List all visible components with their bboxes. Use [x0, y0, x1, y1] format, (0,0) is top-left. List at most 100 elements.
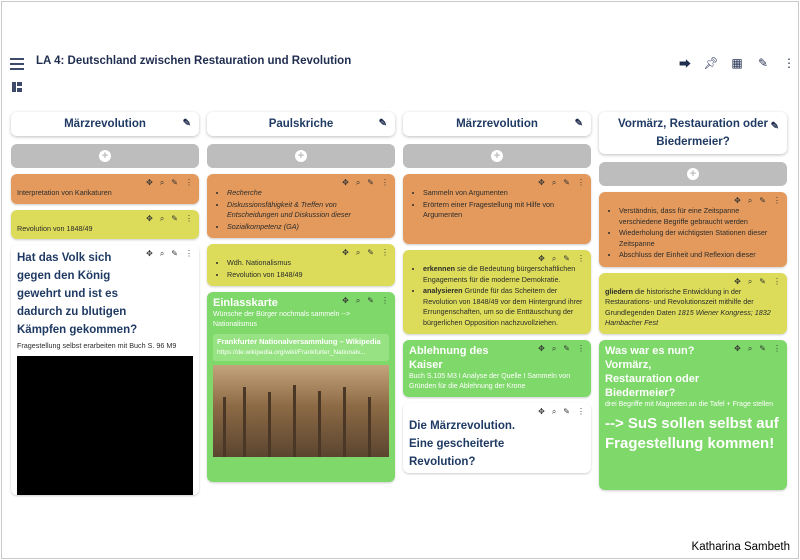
add-card-button[interactable]: +	[207, 144, 395, 168]
card[interactable]: ✥ ⌕ ✎ ⋮ Einlasskarte Wünsche der Bürger noc…	[207, 292, 395, 482]
move-icon[interactable]: ✥	[538, 254, 545, 264]
edit-icon[interactable]: ✎	[367, 178, 374, 188]
zoom-icon[interactable]: ⌕	[356, 296, 360, 306]
edit-icon[interactable]: ✎	[183, 118, 191, 129]
card[interactable]: ✥ ⌕ ✎ ⋮ gliedern die historische Entwicklun…	[599, 272, 787, 334]
card[interactable]: ✥ ⌕ ✎ ⋮ Die Märzrevolution. Eine gescheiter…	[403, 403, 591, 473]
move-icon[interactable]: ✥	[538, 344, 545, 354]
list-item: Sozialkompetenz (GA)	[227, 222, 389, 233]
more-icon[interactable]: ⋮	[577, 407, 585, 417]
more-icon[interactable]: ⋮	[185, 214, 193, 224]
card[interactable]: ✥ ⌕ ✎ ⋮ Sammeln von Argumenten Erörtern ein…	[403, 174, 591, 244]
edit-icon[interactable]: ✎	[171, 178, 178, 188]
column-3: Märzrevolution ✎ + ✥ ⌕ ✎ ⋮ Sammeln von Argu…	[403, 112, 591, 473]
column-title: Vormärz, Restauration oder Biedermeier?	[618, 118, 768, 148]
more-icon[interactable]: ⋮	[773, 277, 781, 287]
zoom-icon[interactable]: ⌕	[160, 249, 164, 259]
add-card-button[interactable]: +	[599, 162, 787, 186]
edit-icon[interactable]: ✎	[379, 118, 387, 129]
card[interactable]: ✥ ⌕ ✎ ⋮ Was war es nun? Vormärz, Restaurati…	[599, 339, 787, 490]
more-icon[interactable]: ⋮	[185, 249, 193, 259]
edit-icon[interactable]: ✎	[563, 254, 570, 264]
card[interactable]: ✥ ⌕ ✎ ⋮ Revolution von 1848/49	[11, 209, 199, 239]
edit-icon[interactable]: ✎	[171, 249, 178, 259]
edit-icon[interactable]: ✎	[759, 196, 766, 206]
edit-icon[interactable]: ✎	[756, 56, 770, 70]
move-icon[interactable]: ✥	[146, 249, 153, 259]
zoom-icon[interactable]: ⌕	[356, 248, 360, 258]
more-icon[interactable]: ⋮	[577, 344, 585, 354]
list-item: Revolution von 1848/49	[227, 270, 389, 281]
zoom-icon[interactable]: ⌕	[160, 214, 164, 224]
column-header[interactable]: Vormärz, Restauration oder Biedermeier? …	[599, 112, 787, 154]
move-icon[interactable]: ✥	[734, 277, 741, 287]
zoom-icon[interactable]: ⌕	[552, 407, 556, 417]
move-icon[interactable]: ✥	[734, 344, 741, 354]
more-icon[interactable]: ⋮	[185, 178, 193, 188]
more-icon[interactable]: ⋮	[381, 248, 389, 258]
column-title: Paulskriche	[268, 118, 334, 130]
edit-icon[interactable]: ✎	[759, 277, 766, 287]
column-title: Märzrevolution	[456, 118, 538, 130]
move-icon[interactable]: ✥	[342, 248, 349, 258]
card-tools: ✥ ⌕ ✎ ⋮	[734, 344, 781, 354]
more-icon[interactable]: ⋮	[577, 178, 585, 188]
list-item: Wiederholung der wichtigsten Stationen d…	[619, 228, 781, 249]
card[interactable]: ✥ ⌕ ✎ ⋮ erkennen sie die Bedeutung bürgersc…	[403, 250, 591, 334]
add-card-button[interactable]: +	[403, 144, 591, 168]
board-view-icon[interactable]	[12, 82, 22, 92]
zoom-icon[interactable]: ⌕	[552, 178, 556, 188]
card[interactable]: ✥ ⌕ ✎ ⋮ Ablehnung des Kaiser Buch S.105 M3 …	[403, 340, 591, 397]
more-icon[interactable]: ⋮	[773, 344, 781, 354]
list-item: Sammeln von Argumenten	[423, 188, 585, 199]
zoom-icon[interactable]: ⌕	[552, 254, 556, 264]
edit-icon[interactable]: ✎	[367, 296, 374, 306]
zoom-icon[interactable]: ⌕	[356, 178, 360, 188]
move-icon[interactable]: ✥	[146, 178, 153, 188]
move-icon[interactable]: ✥	[342, 178, 349, 188]
edit-icon[interactable]: ✎	[367, 248, 374, 258]
list-item: Recherche	[227, 188, 389, 199]
column-header[interactable]: Märzrevolution ✎	[403, 112, 591, 136]
edit-icon[interactable]: ✎	[563, 407, 570, 417]
card[interactable]: ✥ ⌕ ✎ ⋮ Wdh. Nationalismus Revolution von 1…	[207, 244, 395, 286]
zoom-icon[interactable]: ⌕	[748, 344, 752, 354]
zoom-icon[interactable]: ⌕	[748, 196, 752, 206]
more-icon[interactable]: ⋮	[381, 296, 389, 306]
more-icon[interactable]: ⋮	[773, 196, 781, 206]
video-embed[interactable]	[17, 355, 193, 495]
more-icon[interactable]: ⋮	[577, 254, 585, 264]
list-item: Wdh. Nationalismus	[227, 258, 389, 269]
layout-icon[interactable]: ▦	[730, 56, 744, 70]
link-preview[interactable]: Frankfurter Nationalversammlung – Wikipe…	[213, 334, 389, 361]
add-card-button[interactable]: +	[11, 144, 199, 168]
share-icon[interactable]: ⮕	[678, 56, 692, 71]
move-icon[interactable]: ✥	[342, 296, 349, 306]
move-icon[interactable]: ✥	[146, 214, 153, 224]
move-icon[interactable]: ✥	[538, 178, 545, 188]
column-1: Märzrevolution ✎ + ✥ ⌕ ✎ ⋮ Interpretation v…	[11, 112, 199, 495]
edit-icon[interactable]: ✎	[771, 118, 779, 136]
edit-icon[interactable]: ✎	[563, 178, 570, 188]
move-icon[interactable]: ✥	[734, 196, 741, 206]
card[interactable]: ✥ ⌕ ✎ ⋮ Recherche Diskussionsfähigkeit & Tr…	[207, 174, 395, 238]
edit-icon[interactable]: ✎	[759, 344, 766, 354]
card-text: gliedern die historische Entwicklung in …	[605, 286, 771, 328]
card[interactable]: ✥ ⌕ ✎ ⋮ Interpretation von Karikaturen	[11, 174, 199, 204]
edit-icon[interactable]: ✎	[171, 214, 178, 224]
zoom-icon[interactable]: ⌕	[160, 178, 164, 188]
column-header[interactable]: Paulskriche ✎	[207, 112, 395, 136]
card[interactable]: ✥ ⌕ ✎ ⋮ Verständnis, dass für eine Zeitspan…	[599, 192, 787, 267]
card-tools: ✥ ⌕ ✎ ⋮	[17, 214, 193, 224]
pin-icon[interactable]: 📌︎	[703, 56, 718, 70]
more-icon[interactable]: ⋮	[782, 56, 796, 70]
edit-icon[interactable]: ✎	[575, 118, 583, 129]
zoom-icon[interactable]: ⌕	[552, 344, 556, 354]
menu-icon[interactable]	[10, 58, 24, 70]
more-icon[interactable]: ⋮	[381, 178, 389, 188]
column-header[interactable]: Märzrevolution ✎	[11, 112, 199, 136]
card[interactable]: ✥ ⌕ ✎ ⋮ Hat das Volk sich gegen den König g…	[11, 245, 199, 495]
edit-icon[interactable]: ✎	[563, 344, 570, 354]
move-icon[interactable]: ✥	[538, 407, 545, 417]
zoom-icon[interactable]: ⌕	[748, 277, 752, 287]
